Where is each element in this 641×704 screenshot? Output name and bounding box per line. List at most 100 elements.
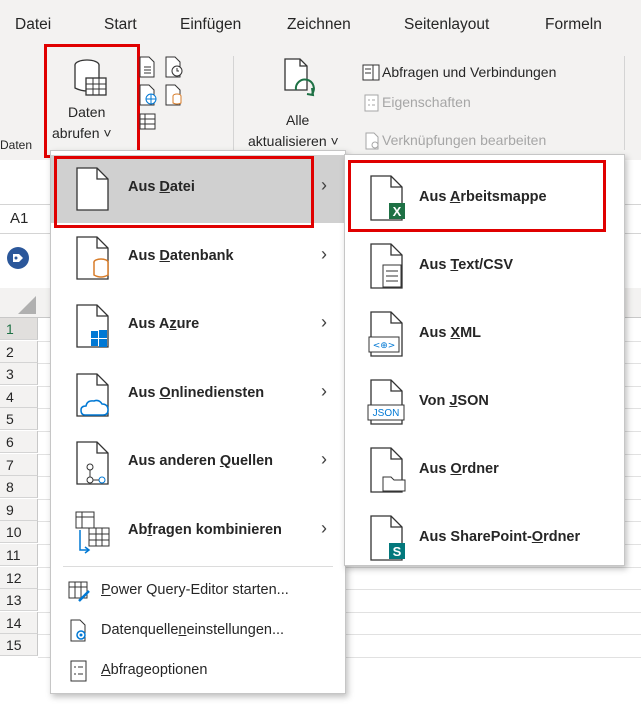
datasource-settings-icon [67,619,91,643]
menu-small-item-label: Datenquelleneinstellungen... [101,622,285,638]
edit-links-icon [365,132,379,150]
chevron-right-icon: › [321,380,327,401]
menu-item-aus-anderen-quellen[interactable]: Aus anderen Quellen › [51,429,345,497]
submenu-item-label: Aus Ordner [419,461,499,477]
row-header[interactable]: 9 [0,498,38,521]
row-header[interactable]: 14 [0,611,38,634]
eigenschaften-label: Eigenschaften [382,94,471,110]
row-header[interactable]: 6 [0,431,38,453]
submenu-item-aus-text-csv[interactable]: Aus Text/CSV [345,231,624,301]
power-query-icon [67,579,91,603]
submenu-item-label: Aus SharePoint-Ordner [419,529,581,545]
menu-small-item-label: Power Query-Editor starten... [101,582,289,598]
menu-small-item-1[interactable]: Datenquelleneinstellungen... [51,613,345,649]
row-header[interactable]: 15 [0,634,38,657]
chevron-right-icon: › [321,312,327,332]
existing-connections-icon[interactable] [164,84,184,106]
alle-label-1: Alle [286,112,310,128]
svg-text:S: S [393,544,402,559]
folder-icon [367,447,407,493]
menu-item-aus-datenbank[interactable]: Aus Datenbank › [51,224,345,292]
menu-item-aus-onlinediensten[interactable]: Aus Onlinediensten › [51,361,345,429]
from-text-small-icon[interactable] [138,56,156,78]
menu-item-label: Abfragen kombinieren [128,521,282,538]
submenu-item-label: Von JSON [419,393,489,409]
verknuepfungen-label: Verknüpfungen bearbeiten [382,132,547,148]
azure-icon [75,304,111,348]
daten-abrufen-menu: Aus Datei › Aus Datenbank › Aus Azure › Aus On… [50,150,346,694]
aus-datei-highlight [54,156,314,228]
ribbon-tab-bar: Datei Start Einfügen Zeichnen Seitenlayo… [0,0,641,44]
tab-seitenlayout[interactable]: Seitenlayout [404,16,489,34]
row-header[interactable]: 2 [0,340,38,363]
from-table-icon[interactable] [138,112,158,132]
submenu-item-label: Aus XML [419,325,482,341]
json-icon: JSON [367,379,407,425]
menu-item-abfragen-kombinieren[interactable]: Abfragen kombinieren › [51,498,345,566]
menu-small-item-label: Abfrageoptionen [101,662,208,678]
tag-icon[interactable] [6,246,30,270]
row-header[interactable]: 3 [0,363,38,386]
tab-start[interactable]: Start [104,16,137,34]
menu-divider [63,566,333,567]
name-box[interactable]: A1 [10,210,28,227]
row-header[interactable]: 1 [0,318,38,340]
menu-item-label: Aus anderen Quellen [128,453,274,469]
properties-icon [364,94,379,112]
chevron-right-icon: › [321,175,327,195]
svg-text:JSON: JSON [373,408,400,419]
tab-formeln[interactable]: Formeln [545,16,602,34]
network-icon [75,441,111,485]
submenu-item-aus-ordner[interactable]: Aus Ordner [345,435,624,505]
tab-datei[interactable]: Datei [15,16,51,34]
menu-item-aus-azure[interactable]: Aus Azure › [51,292,345,360]
text-csv-icon [367,243,407,289]
cloud-icon [75,372,111,417]
daten-abrufen-highlight [44,44,140,158]
menu-item-label: Aus Datenbank [128,247,234,264]
abfragen-verbindungen-button[interactable]: Abfragen und Verbindungen [362,62,612,86]
eigenschaften-button[interactable]: Eigenschaften [362,92,562,116]
chevron-right-icon: › [321,449,327,469]
submenu-item-aus-xml[interactable]: <⊕> Aus XML [345,299,624,369]
chevron-right-icon: › [321,517,327,538]
aus-arbeitsmappe-highlight [348,160,606,232]
tab-zeichnen[interactable]: Zeichnen [287,16,351,34]
row-header[interactable]: 13 [0,589,38,612]
recent-sources-icon[interactable] [164,56,184,78]
alle-label-2: aktualisieren ˅ [248,133,339,149]
xml-icon: <⊕> [367,311,407,357]
menu-small-item-0[interactable]: Power Query-Editor starten... [51,573,345,609]
row-header[interactable]: 12 [0,566,38,589]
menu-small-item-2[interactable]: Abfrageoptionen [51,653,345,689]
menu-item-label: Aus Onlinediensten [128,384,265,401]
query-options-icon [67,659,91,683]
tab-einfuegen[interactable]: Einfügen [180,16,241,34]
submenu-item-aus-sharepoint-ordner[interactable]: S Aus SharePoint-Ordner [345,503,624,573]
queries-connections-icon [362,64,380,81]
row-header[interactable]: 10 [0,521,38,544]
ribbon-separator [233,56,234,150]
combine-icon [75,510,111,554]
row-header[interactable]: 5 [0,408,38,431]
ribbon-group-label: Daten [0,138,33,152]
row-header[interactable]: 7 [0,453,38,476]
alle-aktualisieren-button[interactable]: Alle aktualisieren ˅ [246,52,356,152]
ribbon-separator-right [624,56,625,150]
row-header[interactable]: 11 [0,544,38,566]
svg-text:<⊕>: <⊕> [373,341,396,351]
menu-item-label: Aus Azure [128,316,200,332]
database-icon [75,235,111,280]
ribbon: Daten abrufen ˅ Alle aktualisieren ˅ Abf… [0,44,641,160]
submenu-item-von-json[interactable]: JSON Von JSON [345,367,624,437]
from-web-icon[interactable] [138,84,158,106]
sharepoint-folder-icon: S [367,515,407,561]
row-header[interactable]: 4 [0,385,38,408]
submenu-item-label: Aus Text/CSV [419,257,514,273]
select-all-corner[interactable] [18,296,36,314]
refresh-all-icon [284,58,315,97]
chevron-right-icon: › [321,243,327,264]
verknuepfungen-button[interactable]: Verknüpfungen bearbeiten [362,130,622,154]
row-header[interactable]: 8 [0,476,38,499]
abfragen-verbindungen-label: Abfragen und Verbindungen [382,64,557,80]
